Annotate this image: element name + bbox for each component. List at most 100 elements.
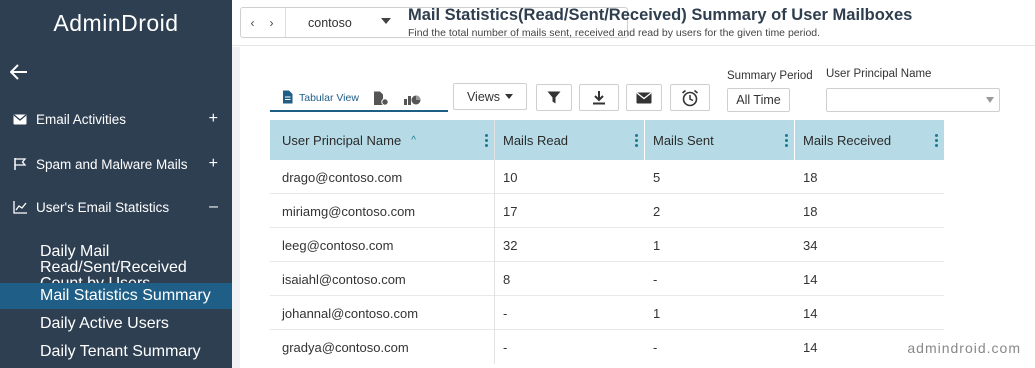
email-button[interactable] <box>626 84 662 111</box>
sidebar-item-label: User's Email Statistics <box>36 199 170 215</box>
sidebar-item-email-activities[interactable]: Email Activities + <box>0 104 232 134</box>
document-icon <box>282 90 293 107</box>
envelope-icon <box>12 114 28 125</box>
filter-button[interactable] <box>536 84 572 111</box>
expand-icon[interactable]: + <box>209 110 218 128</box>
submenu-item-daily-mail-count[interactable]: Daily Mail Read/Sent/Received Count by U… <box>0 243 232 292</box>
sort-ascending-icon[interactable]: ^ <box>411 135 416 146</box>
cell-mails-sent: 1 <box>653 237 661 253</box>
filter-icon <box>547 91 561 104</box>
submenu-item-label: Mail Statistics Summary <box>40 287 211 304</box>
submenu-item-mail-statistics-summary[interactable]: Mail Statistics Summary <box>0 283 232 309</box>
sidebar: AdminDroid Email Activities + Spam and M… <box>0 0 232 368</box>
cell-mails-sent: - <box>653 339 658 355</box>
chevron-down-icon <box>505 94 514 99</box>
alarm-clock-icon <box>681 89 699 106</box>
tab-tabular-view[interactable]: Tabular View <box>270 90 359 107</box>
table-row[interactable]: gradya@contoso.com - - 14 <box>270 330 944 364</box>
watermark: admindroid.com <box>907 340 1021 356</box>
cell-mails-received: 34 <box>803 237 818 253</box>
column-header-label: Mails Received <box>803 132 892 148</box>
column-header-label: User Principal Name <box>282 132 402 148</box>
collapse-icon[interactable]: – <box>209 198 218 216</box>
column-header-label: Mails Read <box>503 132 569 148</box>
tenant-value: contoso <box>308 15 352 30</box>
column-header-mails-received[interactable]: Mails Received <box>795 120 944 160</box>
column-menu-icon[interactable] <box>485 134 488 147</box>
cell-mails-sent: - <box>653 271 658 287</box>
table-row[interactable]: drago@contoso.com 10 5 18 <box>270 160 944 194</box>
submenu-item-label: Daily Mail Read/Sent/Received <box>40 243 187 276</box>
page-subtitle: Find the total number of mails sent, rec… <box>408 27 821 39</box>
download-icon <box>593 90 605 104</box>
summary-period-button[interactable]: All Time <box>727 88 790 112</box>
table-row[interactable]: leeg@contoso.com 32 1 34 <box>270 228 944 262</box>
sidebar-item-spam-malware[interactable]: Spam and Malware Mails + <box>0 149 232 179</box>
table-row[interactable]: isaiahl@contoso.com 8 - 14 <box>270 262 944 296</box>
column-menu-icon[interactable] <box>785 134 788 147</box>
content-area: Tabular View Views Summary Period All Ti <box>232 47 1035 368</box>
submenu-item-daily-tenant-summary[interactable]: Daily Tenant Summary <box>0 344 232 360</box>
table-row[interactable]: johannal@contoso.com - 1 14 <box>270 296 944 330</box>
submenu-item-label: Daily Tenant Summary <box>40 343 201 360</box>
sidebar-item-users-email-statistics[interactable]: User's Email Statistics – <box>0 192 232 222</box>
cell-upn: drago@contoso.com <box>270 160 495 194</box>
chart-icon <box>403 95 421 105</box>
chevron-down-icon <box>381 18 391 24</box>
cell-mails-received: 14 <box>803 271 818 287</box>
document-settings-icon <box>373 91 389 106</box>
next-button[interactable]: › <box>262 16 281 30</box>
app-logo[interactable]: AdminDroid <box>0 10 232 37</box>
prev-button[interactable]: ‹ <box>243 16 262 30</box>
column-header-label: Mails Sent <box>653 132 714 148</box>
cell-mails-read: 10 <box>503 169 518 185</box>
header: ‹ › contoso Mail Statistics(Read/Sent/Re… <box>232 0 1035 46</box>
tab-chart-view[interactable] <box>403 91 421 106</box>
page-title: Mail Statistics(Read/Sent/Received) Summ… <box>408 6 913 24</box>
column-menu-icon[interactable] <box>635 134 638 147</box>
cell-upn: leeg@contoso.com <box>270 228 495 262</box>
cell-upn: johannal@contoso.com <box>270 296 495 330</box>
cell-upn: miriamg@contoso.com <box>270 194 495 228</box>
sidebar-item-label: Email Activities <box>36 111 127 127</box>
cell-mails-received: 18 <box>803 169 818 185</box>
cell-mails-received: 14 <box>803 305 818 321</box>
expand-icon[interactable]: + <box>209 155 218 173</box>
envelope-icon <box>636 91 652 103</box>
column-header-mails-read[interactable]: Mails Read <box>495 120 645 160</box>
views-label: Views <box>466 89 501 104</box>
line-chart-icon <box>12 200 28 214</box>
upn-filter-select[interactable] <box>826 88 1000 112</box>
table-row[interactable]: miriamg@contoso.com 17 2 18 <box>270 194 944 228</box>
table-header: User Principal Name ^ Mails Read Mails S… <box>270 120 944 160</box>
summary-period-label: Summary Period <box>727 70 813 82</box>
cell-mails-read: - <box>503 305 508 321</box>
chevron-down-icon <box>986 97 994 103</box>
cell-mails-sent: 5 <box>653 169 661 185</box>
download-button[interactable] <box>579 84 619 111</box>
views-dropdown-button[interactable]: Views <box>453 83 527 110</box>
view-tabs: Tabular View <box>270 86 448 112</box>
data-table: User Principal Name ^ Mails Read Mails S… <box>270 120 944 364</box>
column-header-upn[interactable]: User Principal Name ^ <box>270 120 495 160</box>
cell-upn: isaiahl@contoso.com <box>270 262 495 296</box>
cell-mails-read: 32 <box>503 237 518 253</box>
column-header-mails-sent[interactable]: Mails Sent <box>645 120 795 160</box>
cell-mails-sent: 1 <box>653 305 661 321</box>
column-menu-icon[interactable] <box>935 134 938 147</box>
back-arrow-icon[interactable] <box>9 64 28 84</box>
cell-mails-read: - <box>503 339 508 355</box>
report-card: Tabular View Views Summary Period All Ti <box>240 47 1035 368</box>
tab-export-view[interactable] <box>373 91 389 106</box>
tab-label: Tabular View <box>299 92 359 104</box>
flag-icon <box>12 157 28 171</box>
tenant-select[interactable]: contoso <box>285 8 397 37</box>
submenu-item-daily-active-users[interactable]: Daily Active Users <box>0 316 232 332</box>
cell-upn: gradya@contoso.com <box>270 330 495 364</box>
cell-mails-read: 8 <box>503 271 511 287</box>
cell-mails-read: 17 <box>503 203 518 219</box>
cell-mails-received: 18 <box>803 203 818 219</box>
sidebar-item-label: Spam and Malware Mails <box>36 156 188 172</box>
schedule-button[interactable] <box>670 84 710 111</box>
cell-mails-sent: 2 <box>653 203 661 219</box>
